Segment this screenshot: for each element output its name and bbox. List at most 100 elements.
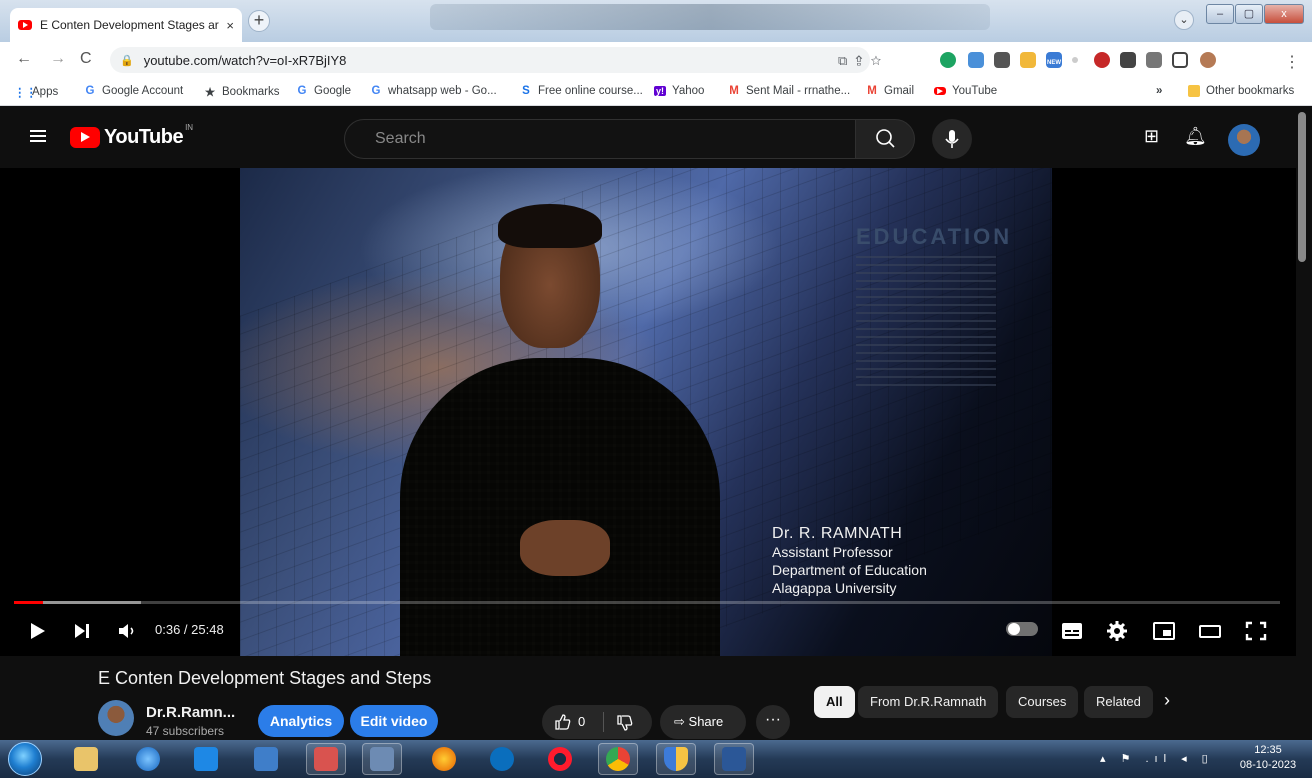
windows-taskbar: ▴ ⚑ .ıl ◂ ▯ 12:35 08-10-2023	[0, 740, 1312, 778]
edit-video-button[interactable]: Edit video	[350, 705, 438, 737]
video-title: E Conten Development Stages and Steps	[98, 668, 432, 688]
share-arrow-icon: ⇨	[674, 714, 685, 729]
presenter-hands	[520, 520, 610, 576]
yahoo-icon: y!	[654, 86, 666, 96]
taskbar-chrome[interactable]	[598, 743, 638, 775]
channel-name[interactable]: Dr.R.Ramn...	[146, 704, 235, 721]
scrollbar-thumb[interactable]	[1298, 112, 1306, 262]
chip-all[interactable]: All	[814, 686, 855, 718]
taskbar-security[interactable]	[656, 743, 696, 775]
extensions-puzzle-icon[interactable]	[1120, 52, 1136, 68]
chip-courses[interactable]: Courses	[1006, 686, 1079, 718]
dislike-thumb-down-icon[interactable]	[616, 714, 634, 732]
browser-tab[interactable]: E Conten Development Stages ar ×	[10, 8, 242, 42]
other-bookmarks[interactable]: Other bookmarks	[1188, 85, 1294, 97]
like-thumb-up-icon[interactable]	[554, 713, 572, 731]
extension-red-icon[interactable]	[1094, 52, 1110, 68]
reload-icon[interactable]: C	[80, 50, 92, 68]
more-bookmarks-button[interactable]: »	[1156, 85, 1162, 97]
autoplay-toggle[interactable]	[1006, 622, 1038, 636]
fullscreen-icon[interactable]	[1244, 620, 1268, 642]
google-icon: G	[297, 85, 307, 97]
taskbar-media-player[interactable]	[186, 743, 226, 775]
profile-avatar-icon[interactable]	[1200, 52, 1216, 68]
channel-avatar[interactable]	[98, 700, 134, 736]
extension-new-icon[interactable]: NEW	[1046, 52, 1062, 68]
bookmark-bookmarks[interactable]: ★ Bookmarks	[204, 85, 280, 99]
more-actions-button[interactable]: ···	[756, 705, 790, 739]
extension-gear-icon[interactable]	[968, 52, 984, 68]
taskbar-clock[interactable]: 12:35 08-10-2023	[1228, 743, 1308, 773]
miniplayer-icon[interactable]	[1152, 620, 1176, 642]
analytics-button[interactable]: Analytics	[258, 705, 344, 737]
bookmark-whatsapp[interactable]: Gwhatsapp web - Go...	[370, 85, 497, 97]
bookmark-apps[interactable]: ⋮⋮ Apps	[14, 85, 58, 99]
taskbar-word[interactable]	[714, 743, 754, 775]
search-input[interactable]: Search	[344, 119, 856, 159]
bookmark-free-online-course[interactable]: S Free online course...	[520, 85, 643, 97]
share-button[interactable]: ⇨ Share	[660, 705, 746, 739]
system-tray-icons[interactable]: ▴ ⚑ .ıl ◂ ▯	[1100, 752, 1214, 765]
grammarly-extension-icon[interactable]	[940, 52, 956, 68]
volume-icon[interactable]	[116, 620, 138, 642]
taskbar-app-check[interactable]	[246, 743, 286, 775]
reading-list-icon[interactable]	[1146, 52, 1162, 68]
theater-mode-icon[interactable]	[1198, 620, 1222, 642]
extension-grid-icon[interactable]	[994, 52, 1010, 68]
taskbar-file-explorer[interactable]	[66, 743, 106, 775]
extension-thumb-icon[interactable]	[1020, 52, 1036, 68]
maximize-button[interactable]: ▢	[1235, 4, 1263, 24]
play-icon[interactable]	[28, 620, 48, 642]
taskbar-hp[interactable]	[482, 743, 522, 775]
close-window-button[interactable]: x	[1264, 4, 1304, 24]
apps-grid-icon: ⋮⋮	[14, 87, 37, 99]
menu-hamburger-icon[interactable]	[30, 130, 46, 142]
youtube-favicon-icon	[18, 20, 32, 30]
chip-related[interactable]: Related	[1084, 686, 1153, 718]
bookmark-google-account[interactable]: G Google Account	[84, 85, 184, 97]
settings-gear-icon[interactable]	[1106, 620, 1128, 642]
presenter-department: Department of Education	[772, 562, 927, 578]
address-bar[interactable]: 🔒 youtube.com/watch?v=oI-xR7BjIY8	[110, 47, 870, 73]
subtitles-icon[interactable]	[1060, 620, 1084, 642]
install-share-star-icons[interactable]: ⧉⇪☆	[838, 53, 889, 69]
notifications-bell-icon[interactable]: 🔔︎	[1184, 126, 1207, 147]
bookmark-gmail[interactable]: M Gmail	[866, 85, 914, 97]
taskbar-internet-explorer[interactable]	[128, 743, 168, 775]
taskbar-firefox[interactable]	[424, 743, 464, 775]
tab-close-icon[interactable]: ×	[226, 18, 234, 33]
chips-next-chevron-icon[interactable]: ›	[1164, 690, 1170, 711]
bookmark-google[interactable]: G Google	[296, 85, 352, 97]
star-icon: ★	[204, 87, 216, 99]
create-video-icon[interactable]: ⊞	[1144, 126, 1159, 147]
search-button[interactable]	[855, 119, 915, 159]
youtube-logo[interactable]: YouTube IN	[70, 123, 193, 149]
browser-titlebar: E Conten Development Stages ar × + ⌄ – ▢…	[0, 0, 1312, 42]
taskbar-opera[interactable]	[540, 743, 580, 775]
bookmark-youtube[interactable]: ▶ YouTube	[934, 85, 997, 97]
taskbar-snipping-tool[interactable]	[306, 743, 346, 775]
forward-arrow-icon[interactable]: →	[50, 50, 66, 68]
like-dislike-group: 0	[542, 705, 652, 739]
bookmark-sent-mail[interactable]: M Sent Mail - rrnathe...	[728, 85, 850, 97]
windows-start-button[interactable]	[8, 742, 42, 776]
back-arrow-icon[interactable]: ←	[16, 50, 32, 68]
video-player[interactable]: EDUCATION Dr. R. RAMNATH Assistant Profe…	[0, 168, 1296, 656]
bookmark-yahoo[interactable]: y! Yahoo	[654, 85, 704, 97]
next-video-icon[interactable]	[72, 620, 92, 642]
chip-from-channel[interactable]: From Dr.R.Ramnath	[858, 686, 999, 718]
checkmark-app-icon	[254, 747, 278, 771]
new-tab-button[interactable]: +	[248, 10, 270, 32]
extension-dot-icon[interactable]	[1072, 57, 1078, 63]
taskbar-network-app[interactable]	[362, 743, 402, 775]
voice-search-button[interactable]	[932, 119, 972, 159]
account-avatar[interactable]	[1228, 124, 1260, 156]
presenter-hair	[498, 204, 602, 248]
bookmark-label: whatsapp web - Go...	[388, 85, 497, 97]
bookmark-label: YouTube	[952, 85, 998, 97]
tab-search-icon[interactable]: ⌄	[1174, 10, 1194, 30]
browser-menu-icon[interactable]: ⋮	[1284, 52, 1300, 72]
minimize-button[interactable]: –	[1206, 4, 1234, 24]
side-panel-icon[interactable]	[1172, 52, 1188, 68]
video-progress-bar[interactable]	[14, 601, 1280, 604]
